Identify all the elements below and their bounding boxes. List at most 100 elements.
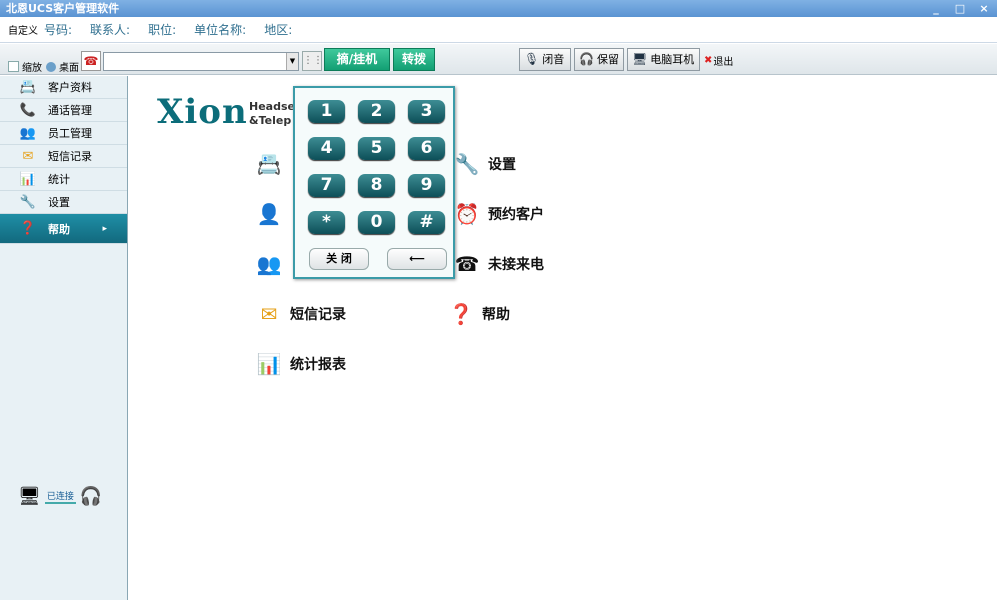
contacts-icon: 📇 (19, 79, 37, 95)
dial-key-hash[interactable]: # (408, 211, 445, 234)
exit-button[interactable]: ✖ 退出 (704, 53, 733, 68)
feature-settings[interactable]: 🔧 设置 (451, 150, 516, 178)
exit-x-icon: ✖ (704, 55, 713, 66)
dial-key-0[interactable]: 0 (358, 211, 395, 234)
dial-key-2[interactable]: 2 (358, 100, 395, 123)
exit-button-label: 退出 (713, 57, 734, 68)
settings-icon: 🔧 (454, 152, 480, 176)
feature-help[interactable]: ❓ 帮助 (445, 300, 510, 328)
call-manage-icon: 👤 (256, 202, 282, 226)
dial-key-1[interactable]: 1 (308, 100, 345, 123)
dial-key-9[interactable]: 9 (408, 174, 445, 197)
dial-key-5[interactable]: 5 (358, 137, 395, 160)
dial-key-star[interactable]: * (308, 211, 345, 234)
sidebar-item-customers[interactable]: 📇 客户资料 (0, 76, 127, 99)
bar-chart-icon: 📊 (256, 352, 282, 376)
dial-key-4[interactable]: 4 (308, 137, 345, 160)
feature-stats-report-label: 统计报表 (290, 357, 346, 373)
hook-button[interactable]: 摘/挂机 (324, 48, 390, 71)
brand-logo: Xion (157, 92, 248, 132)
minimize-checkbox-label: 缩放 (22, 63, 42, 74)
dial-key-8[interactable]: 8 (358, 174, 395, 197)
backspace-icon[interactable]: ⟵ (387, 248, 447, 270)
caller-info-bar: 自定义 号码: 联系人: 职位: 单位名称: 地区: (0, 17, 997, 43)
bar-chart-icon: 📊 (19, 171, 37, 187)
minimize-button[interactable]: _ (929, 0, 943, 17)
window-title: 北恩UCS客户管理软件 (6, 2, 120, 15)
field-number: 号码: (44, 23, 73, 37)
computer-icon: 🖥 (18, 486, 41, 507)
contacts-icon: 📇 (256, 152, 282, 176)
sidebar-item-label: 设置 (48, 196, 70, 209)
field-region: 地区: (264, 23, 293, 37)
sidebar-item-settings[interactable]: 🔧 设置 (0, 191, 127, 214)
sidebar-item-sms[interactable]: ✉ 短信记录 (0, 145, 127, 168)
sidebar-item-label: 统计 (48, 173, 70, 186)
connection-status: 🖥 已连接 🎧 (18, 486, 102, 507)
feature-customers-partial[interactable]: 📇 (253, 150, 285, 178)
dialpad-close-button[interactable]: 关 闭 (309, 248, 369, 270)
window-controls: _ □ × (929, 0, 991, 17)
hold-button[interactable]: 🎧 保留 (574, 48, 624, 71)
connection-status-label: 已连接 (44, 489, 76, 504)
desktop-icon (46, 61, 56, 72)
envelope-icon: ✉ (22, 148, 34, 164)
sidebar-item-label: 通话管理 (48, 104, 92, 117)
desktop-option-label: 桌面 (59, 63, 79, 74)
sidebar-item-staff[interactable]: 👥 员工管理 (0, 122, 127, 145)
settings-icon: 🔧 (19, 194, 37, 210)
hold-button-label: 保留 (596, 53, 619, 66)
dialpad-popup: 1 2 3 4 5 6 7 8 9 * 0 # 关 闭 ⟵ (293, 86, 455, 279)
help-icon: ❓ (19, 221, 37, 236)
headphones-icon: 🎧 (579, 52, 594, 66)
close-button[interactable]: × (977, 0, 991, 17)
feature-stats-report[interactable]: 📊 统计报表 (253, 350, 346, 378)
feature-appointments[interactable]: ⏰ 预约客户 (451, 200, 544, 228)
feature-missed-calls[interactable]: ☎ 未接来电 (451, 250, 544, 278)
dial-key-6[interactable]: 6 (408, 137, 445, 160)
custom-button[interactable]: 自定义 (8, 22, 38, 37)
dial-key-7[interactable]: 7 (308, 174, 345, 197)
sidebar-item-label: 客户资料 (48, 81, 92, 94)
feature-help-label: 帮助 (482, 307, 510, 323)
headset-icon: 🎧 (79, 486, 103, 507)
phone-icon[interactable]: ☎ (81, 51, 101, 71)
minimize-checkbox[interactable]: 缩放 (8, 59, 42, 74)
main-panel: Xion Headset &Telep 📇 👤 👥 🔧 设置 ⏰ 预约客户 ☎ … (129, 76, 997, 600)
chevron-right-icon: ▸ (102, 223, 107, 234)
microphone-icon: 🎙 (524, 52, 540, 66)
sidebar-item-label: 帮助 (48, 222, 70, 236)
feature-settings-label: 设置 (488, 157, 516, 173)
feature-missed-calls-label: 未接来电 (488, 257, 544, 273)
desktop-option[interactable]: 桌面 (46, 59, 79, 74)
feature-appointments-label: 预约客户 (488, 207, 544, 223)
sidebar-item-calls[interactable]: 📞 通话管理 (0, 99, 127, 122)
feature-staff-partial[interactable]: 👥 (253, 250, 285, 278)
sidebar: 📇 客户资料 📞 通话管理 👥 员工管理 ✉ 短信记录 📊 统计 🔧 设置 ❓ … (0, 76, 128, 600)
restore-button[interactable]: □ (953, 0, 967, 17)
sidebar-item-label: 员工管理 (48, 127, 92, 140)
field-contact: 联系人: (90, 23, 131, 37)
sidebar-item-stats[interactable]: 📊 统计 (0, 168, 127, 191)
transfer-button[interactable]: 转拨 (393, 48, 435, 71)
pc-headset-button-label: 电脑耳机 (650, 53, 695, 66)
sidebar-item-help[interactable]: ❓ 帮助 ▸ (0, 214, 127, 244)
dial-key-3[interactable]: 3 (408, 100, 445, 123)
feature-calls-partial[interactable]: 👤 (253, 200, 285, 228)
mute-button-label: 闭音 (542, 53, 565, 66)
feature-sms-label: 短信记录 (290, 307, 346, 323)
keypad-grid-icon[interactable]: ⋮⋮⋮ (302, 51, 333, 71)
dial-number-input[interactable]: ▼ (103, 52, 299, 71)
appointment-icon: ⏰ (454, 202, 480, 226)
dropdown-arrow-icon[interactable]: ▼ (286, 53, 298, 70)
help-icon: ❓ (448, 302, 474, 326)
pc-headset-button[interactable]: 🖥 电脑耳机 (627, 48, 700, 71)
computer-icon: 🖥 (632, 52, 648, 66)
checkbox-box[interactable] (8, 61, 19, 72)
staff-icon: 👥 (19, 125, 37, 141)
feature-sms[interactable]: ✉ 短信记录 (253, 300, 346, 328)
sidebar-item-label: 短信记录 (48, 150, 92, 163)
mute-button[interactable]: 🎙 闭音 (519, 48, 571, 71)
missed-call-icon: ☎ (454, 252, 480, 276)
envelope-icon: ✉ (260, 302, 278, 326)
